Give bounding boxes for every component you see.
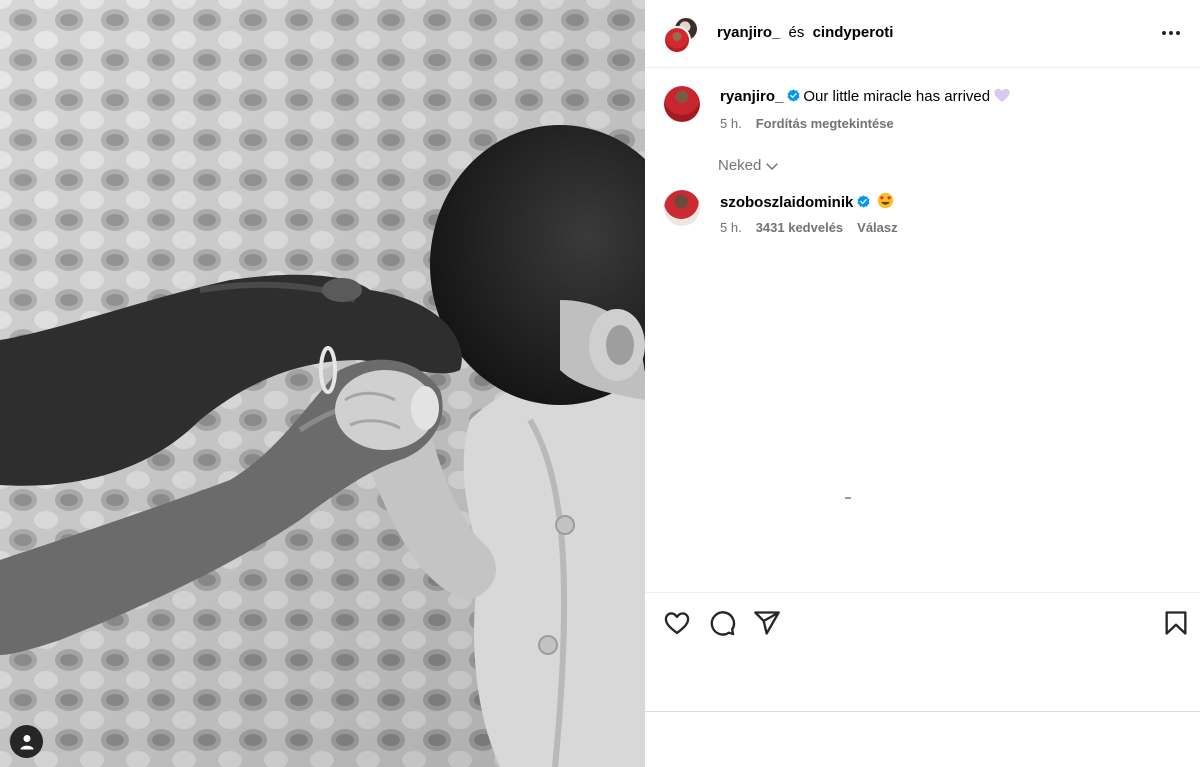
caption-avatar[interactable] [664, 86, 700, 122]
loading-indicator [845, 497, 851, 499]
post-author-line: ryanjiro_ és cindyperoti [717, 24, 893, 42]
verified-badge-icon [787, 89, 800, 102]
caption-block: ryanjiro_ Our little miracle has arrived … [645, 86, 1200, 136]
comment-icon[interactable] [708, 609, 736, 637]
comment-item: szoboszlaidominik 5 h. 3431 kedvelés Válas… [645, 190, 1200, 240]
person-tag-icon [20, 734, 33, 749]
post-details-panel: ryanjiro_ és cindyperoti ryanjiro_ Our li… [645, 0, 1200, 767]
more-dot [1176, 31, 1180, 35]
reply-button[interactable]: Válasz [857, 220, 897, 235]
caption-timestamp[interactable]: 5 h. [720, 116, 742, 131]
light-purple-heart-icon [994, 88, 1010, 102]
comment-username[interactable]: szoboszlaidominik [720, 194, 853, 211]
post-image [0, 0, 645, 767]
comment-likes[interactable]: 3431 kedvelés [756, 220, 843, 235]
header-conjunction: és [788, 24, 805, 41]
sort-label: Neked [718, 157, 762, 174]
comment-line: szoboszlaidominik [720, 192, 894, 212]
more-dot [1169, 31, 1173, 35]
post-header: ryanjiro_ és cindyperoti [645, 0, 1200, 68]
avatar [663, 26, 691, 54]
comment-avatar[interactable] [664, 190, 700, 226]
chevron-down-icon [766, 163, 779, 171]
photo-tag-button[interactable] [10, 725, 43, 758]
heart-icon[interactable] [663, 609, 691, 637]
comment-meta: 5 h. 3431 kedvelés Válasz [720, 220, 898, 236]
caption-meta: 5 h. Fordítás megtekintése [720, 116, 894, 132]
comment-timestamp[interactable]: 5 h. [720, 220, 742, 235]
verified-badge-icon [857, 195, 870, 208]
share-icon[interactable] [753, 609, 781, 637]
collab-avatars[interactable] [663, 16, 701, 54]
comment-sort-dropdown[interactable]: Neked [718, 157, 779, 175]
caption-username[interactable]: ryanjiro_ [720, 88, 783, 105]
caption-text: Our little miracle has arrived [803, 88, 991, 105]
translate-link[interactable]: Fordítás megtekintése [756, 116, 894, 131]
more-options-button[interactable] [1160, 22, 1182, 44]
action-bar [645, 592, 1200, 712]
header-username-2[interactable]: cindyperoti [813, 24, 894, 41]
post-photo[interactable] [0, 0, 645, 767]
divider [645, 711, 1200, 712]
more-dot [1162, 31, 1166, 35]
caption-line: ryanjiro_ Our little miracle has arrived [720, 88, 1010, 106]
header-username-1[interactable]: ryanjiro_ [717, 24, 780, 41]
heart-eyes-emoji-icon [878, 192, 894, 209]
bookmark-icon[interactable] [1162, 609, 1190, 637]
